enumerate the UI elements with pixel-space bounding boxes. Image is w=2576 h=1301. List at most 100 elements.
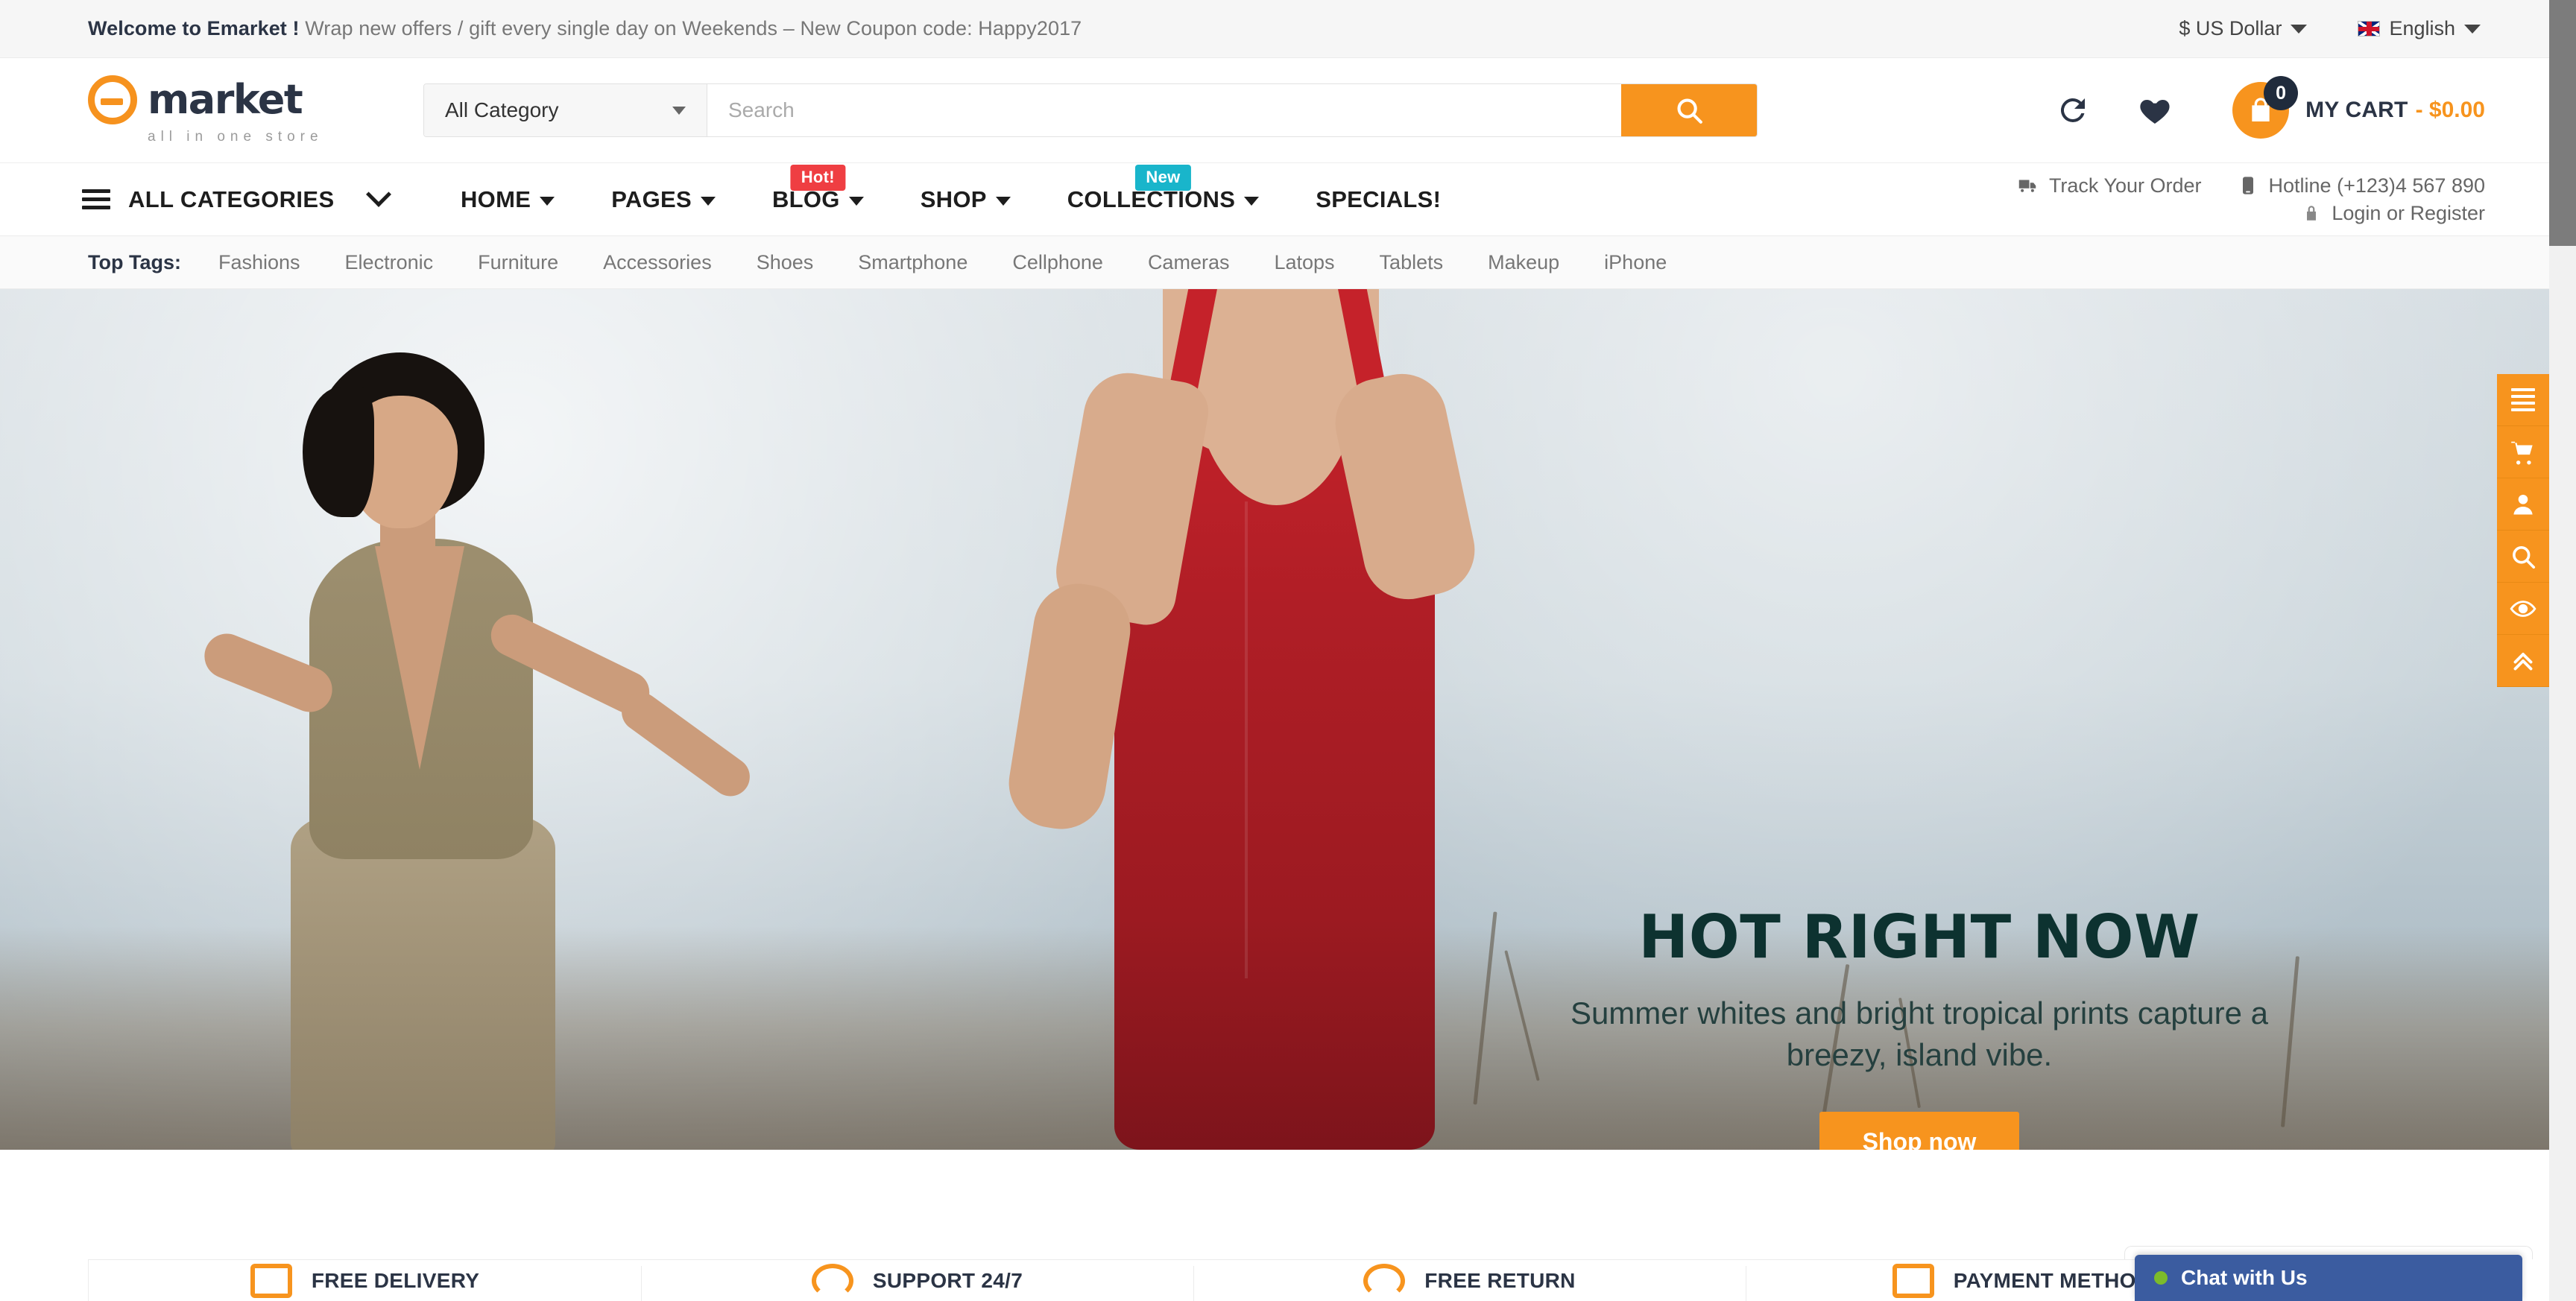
service-support: SUPPORT 24/7 [641, 1260, 1193, 1301]
all-categories-button[interactable]: ALL CATEGORIES [82, 181, 417, 213]
hamburger-icon [82, 189, 110, 209]
nav-item-specials[interactable]: SPECIALS! [1287, 163, 1469, 236]
hero-model-left [157, 330, 768, 1150]
user-icon [2513, 494, 2533, 514]
cart-icon [2511, 441, 2533, 464]
shopping-bag-icon: 0 [2232, 76, 2299, 139]
hero-carousel[interactable]: HOT RIGHT NOW Summer whites and bright t… [0, 289, 2549, 1150]
service-free-delivery: FREE DELIVERY [89, 1260, 641, 1301]
tag-iphone[interactable]: iPhone [1604, 251, 1667, 274]
nav-utility-row-1: Track Your Order Hotline (+123)4 567 890 [2016, 174, 2485, 197]
main-navigation: ALL CATEGORIES HOME PAGES Hot! BLOG SHOP [0, 162, 2549, 235]
headset-icon [811, 1263, 853, 1298]
nav-utility-row-2: Login or Register [2302, 202, 2485, 225]
search-category-select[interactable]: All Category [424, 84, 707, 136]
cart-label: MY CART [2305, 98, 2408, 122]
shop-now-button[interactable]: Shop now [1819, 1111, 2020, 1150]
track-order-label: Track Your Order [2048, 174, 2202, 197]
tag-makeup[interactable]: Makeup [1488, 251, 1559, 274]
chevron-down-icon [540, 196, 555, 206]
tag-cellphone[interactable]: Cellphone [1012, 251, 1103, 274]
chevron-down-icon [1244, 196, 1260, 206]
welcome-message: Welcome to Emarket ! Wrap new offers / g… [88, 17, 1082, 40]
search-input[interactable] [707, 84, 1621, 136]
menu-icon [2511, 388, 2535, 411]
rail-account-button[interactable] [2497, 478, 2549, 531]
rail-search-button[interactable] [2497, 531, 2549, 583]
chevron-down-icon [700, 196, 716, 206]
currency-selector[interactable]: $ US Dollar [2179, 17, 2308, 40]
login-register-label: Login or Register [2332, 201, 2485, 224]
services-strip: FREE DELIVERY SUPPORT 24/7 FREE RETURN P… [88, 1259, 2299, 1301]
tag-fashions[interactable]: Fashions [218, 251, 300, 274]
logo-tagline: all in one store [148, 129, 323, 145]
cart-total: - $0.00 [2415, 98, 2485, 122]
tag-tablets[interactable]: Tablets [1380, 251, 1444, 274]
topbar-right-group: $ US Dollar English [2179, 17, 2507, 40]
login-register-link[interactable]: Login or Register [2302, 202, 2485, 225]
hero-text-block: HOT RIGHT NOW Summer whites and bright t… [1565, 908, 2273, 1150]
tag-furniture[interactable]: Furniture [478, 251, 558, 274]
search-icon [2513, 545, 2536, 569]
emarket-e-logo-icon [88, 75, 137, 124]
search-bar: All Category [423, 83, 1758, 137]
search-category-value: All Category [445, 98, 559, 121]
chat-with-us-button[interactable]: Chat with Us [2135, 1255, 2522, 1301]
language-selector[interactable]: English [2358, 17, 2481, 40]
chevron-down-icon [848, 196, 864, 206]
scroll-top-icon [2513, 652, 2533, 670]
nav-item-pages[interactable]: PAGES [583, 163, 744, 236]
nav-item-blog[interactable]: Hot! BLOG [744, 163, 892, 236]
uk-flag-icon [2358, 21, 2381, 37]
tag-electronic[interactable]: Electronic [345, 251, 434, 274]
hot-badge: Hot! [790, 164, 845, 191]
page-scrollbar-thumb[interactable] [2549, 0, 2576, 246]
rail-cart-button[interactable] [2497, 426, 2549, 478]
eye-icon [2510, 600, 2536, 617]
service-label: PAYMENT METHOD [1953, 1268, 2152, 1292]
logo-row: market [88, 75, 334, 124]
compare-icon[interactable] [2055, 92, 2091, 128]
tag-shoes[interactable]: Shoes [757, 251, 814, 274]
chevron-down-icon [2291, 24, 2308, 34]
online-status-dot [2154, 1271, 2168, 1285]
delivery-truck-icon [2018, 180, 2036, 192]
tag-accessories[interactable]: Accessories [603, 251, 712, 274]
chat-label: Chat with Us [2181, 1266, 2308, 1289]
service-label: SUPPORT 24/7 [872, 1268, 1023, 1292]
lock-icon [2307, 206, 2317, 221]
service-free-return: FREE RETURN [1193, 1260, 1746, 1301]
logo[interactable]: market all in one store [88, 75, 334, 145]
top-tags-title: Top Tags: [88, 250, 181, 273]
cart-count-badge: 0 [2264, 76, 2299, 110]
delivery-truck-icon [250, 1263, 292, 1298]
track-your-order-link[interactable]: Track Your Order [2016, 174, 2202, 197]
nav-item-collections[interactable]: New COLLECTIONS [1039, 163, 1287, 236]
hotline-link[interactable]: Hotline (+123)4 567 890 [2238, 174, 2485, 197]
floating-action-rail [2497, 374, 2549, 687]
rail-menu-button[interactable] [2497, 374, 2549, 426]
service-label: FREE DELIVERY [311, 1268, 480, 1292]
service-label: FREE RETURN [1424, 1268, 1576, 1292]
tag-latops[interactable]: Latops [1274, 251, 1334, 274]
wishlist-heart-icon[interactable] [2137, 92, 2173, 128]
rail-scroll-top-button[interactable] [2497, 635, 2549, 687]
site-header: market all in one store All Category Sea… [0, 58, 2549, 162]
cart-button[interactable]: 0 MY CART - $0.00 [2232, 76, 2485, 139]
search-submit-button[interactable] [1621, 84, 1757, 136]
nav-item-home[interactable]: HOME [432, 163, 583, 236]
welcome-message-rest: Wrap new offers / gift every single day … [299, 17, 1082, 39]
chevron-down-icon [995, 196, 1011, 206]
nav-item-shop[interactable]: SHOP [892, 163, 1039, 236]
nav-item-label: SPECIALS! [1316, 186, 1442, 212]
page-root: Welcome to Emarket ! Wrap new offers / g… [0, 0, 2576, 1301]
rail-recently-viewed-button[interactable] [2497, 583, 2549, 635]
return-arrow-icon [1363, 1263, 1406, 1298]
top-announcement-bar: Welcome to Emarket ! Wrap new offers / g… [0, 0, 2549, 58]
credit-card-icon [1892, 1263, 1934, 1298]
new-badge: New [1135, 164, 1191, 191]
welcome-message-bold: Welcome to Emarket ! [88, 17, 300, 39]
tag-smartphone[interactable]: Smartphone [858, 251, 967, 274]
hero-subheading: Summer whites and bright tropical prints… [1570, 995, 2269, 1072]
tag-cameras[interactable]: Cameras [1148, 251, 1230, 274]
